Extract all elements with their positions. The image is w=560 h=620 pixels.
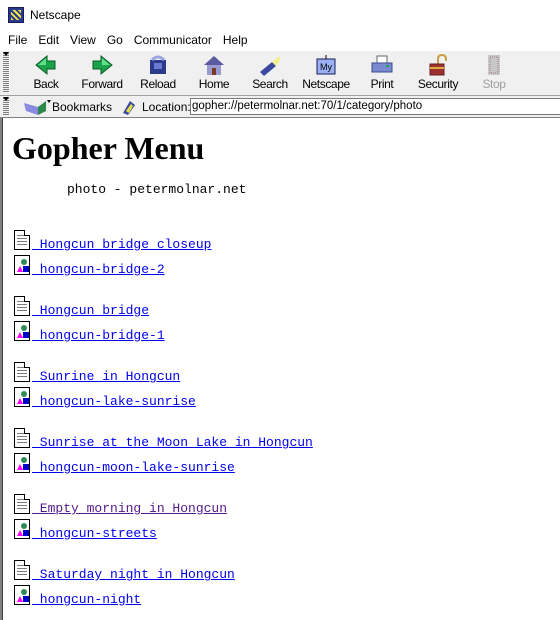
title-bar: Netscape xyxy=(0,0,560,30)
padlock-icon xyxy=(426,53,450,76)
text-item-link[interactable]: Empty morning in Hongcun xyxy=(32,501,227,516)
my-netscape-icon: My xyxy=(314,54,338,76)
image-file-icon[interactable] xyxy=(14,321,30,341)
image-item-link[interactable]: hongcun-night xyxy=(32,592,141,607)
image-item-link[interactable]: hongcun-streets xyxy=(32,526,157,541)
stop-button[interactable]: Stop xyxy=(466,54,522,94)
image-file-icon[interactable] xyxy=(14,519,30,539)
text-item-link[interactable]: Hongcun bridge closeup xyxy=(32,237,212,252)
text-item-link[interactable]: Hongcun bridge xyxy=(32,303,149,318)
text-item-link[interactable]: Sunrine in Hongcun xyxy=(32,369,180,384)
text-item-link[interactable]: Saturday night in Hongcun xyxy=(32,567,235,582)
image-file-icon[interactable] xyxy=(14,387,30,407)
menu-bar: File Edit View Go Communicator Help xyxy=(0,30,560,50)
bookmarks-button[interactable]: Bookmarks xyxy=(22,98,112,116)
bookmarks-label: Bookmarks xyxy=(52,100,113,114)
image-file-icon[interactable] xyxy=(14,585,30,605)
printer-icon xyxy=(370,54,394,76)
netscape-icon xyxy=(8,7,24,23)
forward-arrow-icon xyxy=(90,54,114,76)
search-flashlight-icon xyxy=(258,54,282,76)
text-document-icon[interactable] xyxy=(14,560,30,580)
image-item-link[interactable]: hongcun-moon-lake-sunrise xyxy=(32,460,235,475)
reload-icon xyxy=(146,54,170,76)
forward-button[interactable]: Forward xyxy=(74,54,130,94)
menu-edit[interactable]: Edit xyxy=(38,33,59,47)
menu-go[interactable]: Go xyxy=(107,33,123,47)
text-document-icon[interactable] xyxy=(14,362,30,382)
bookmarks-icon xyxy=(22,99,52,115)
image-file-icon[interactable] xyxy=(14,453,30,473)
reload-button[interactable]: Reload xyxy=(130,54,186,94)
window-title: Netscape xyxy=(30,8,81,22)
image-item-link[interactable]: hongcun-lake-sunrise xyxy=(32,394,196,409)
page-content: Gopher Menu photo - petermolnar.net Hong… xyxy=(0,118,560,620)
menu-help[interactable]: Help xyxy=(223,33,248,47)
text-document-icon[interactable] xyxy=(14,428,30,448)
back-button[interactable]: Back xyxy=(18,54,74,94)
menu-subtitle: photo - petermolnar.net xyxy=(67,182,247,197)
page-proxy-icon[interactable] xyxy=(120,99,138,115)
text-item-link[interactable]: Sunrise at the Moon Lake in Hongcun xyxy=(32,435,313,450)
location-toolbar: Bookmarks Location: gopher://petermolnar… xyxy=(0,96,560,118)
location-grip-handle[interactable] xyxy=(3,97,10,116)
image-item-link[interactable]: hongcun-bridge-2 xyxy=(32,262,165,277)
text-document-icon[interactable] xyxy=(14,230,30,250)
home-icon xyxy=(202,54,226,76)
text-document-icon[interactable] xyxy=(14,494,30,514)
navigation-toolbar: Back Forward Reload Home Search My Netsc… xyxy=(0,50,560,96)
location-label-group: Location: xyxy=(120,98,191,116)
image-file-icon[interactable] xyxy=(14,255,30,275)
text-document-icon[interactable] xyxy=(14,296,30,316)
svg-text:My: My xyxy=(320,62,332,72)
menu-communicator[interactable]: Communicator xyxy=(134,33,212,47)
back-arrow-icon xyxy=(34,54,58,76)
location-label: Location: xyxy=(142,100,191,114)
print-button[interactable]: Print xyxy=(354,54,410,94)
toolbar-grip-handle[interactable] xyxy=(3,52,10,93)
page-title: Gopher Menu xyxy=(12,130,205,166)
menu-file[interactable]: File xyxy=(8,33,27,47)
stop-icon xyxy=(482,54,506,76)
image-item-link[interactable]: hongcun-bridge-1 xyxy=(32,328,165,343)
security-button[interactable]: Security xyxy=(410,53,466,94)
my-netscape-button[interactable]: My Netscape xyxy=(298,54,354,94)
home-button[interactable]: Home xyxy=(186,54,242,94)
location-url-input[interactable]: gopher://petermolnar.net:70/1/category/p… xyxy=(190,98,560,115)
menu-view[interactable]: View xyxy=(70,33,96,47)
search-button[interactable]: Search xyxy=(242,54,298,94)
